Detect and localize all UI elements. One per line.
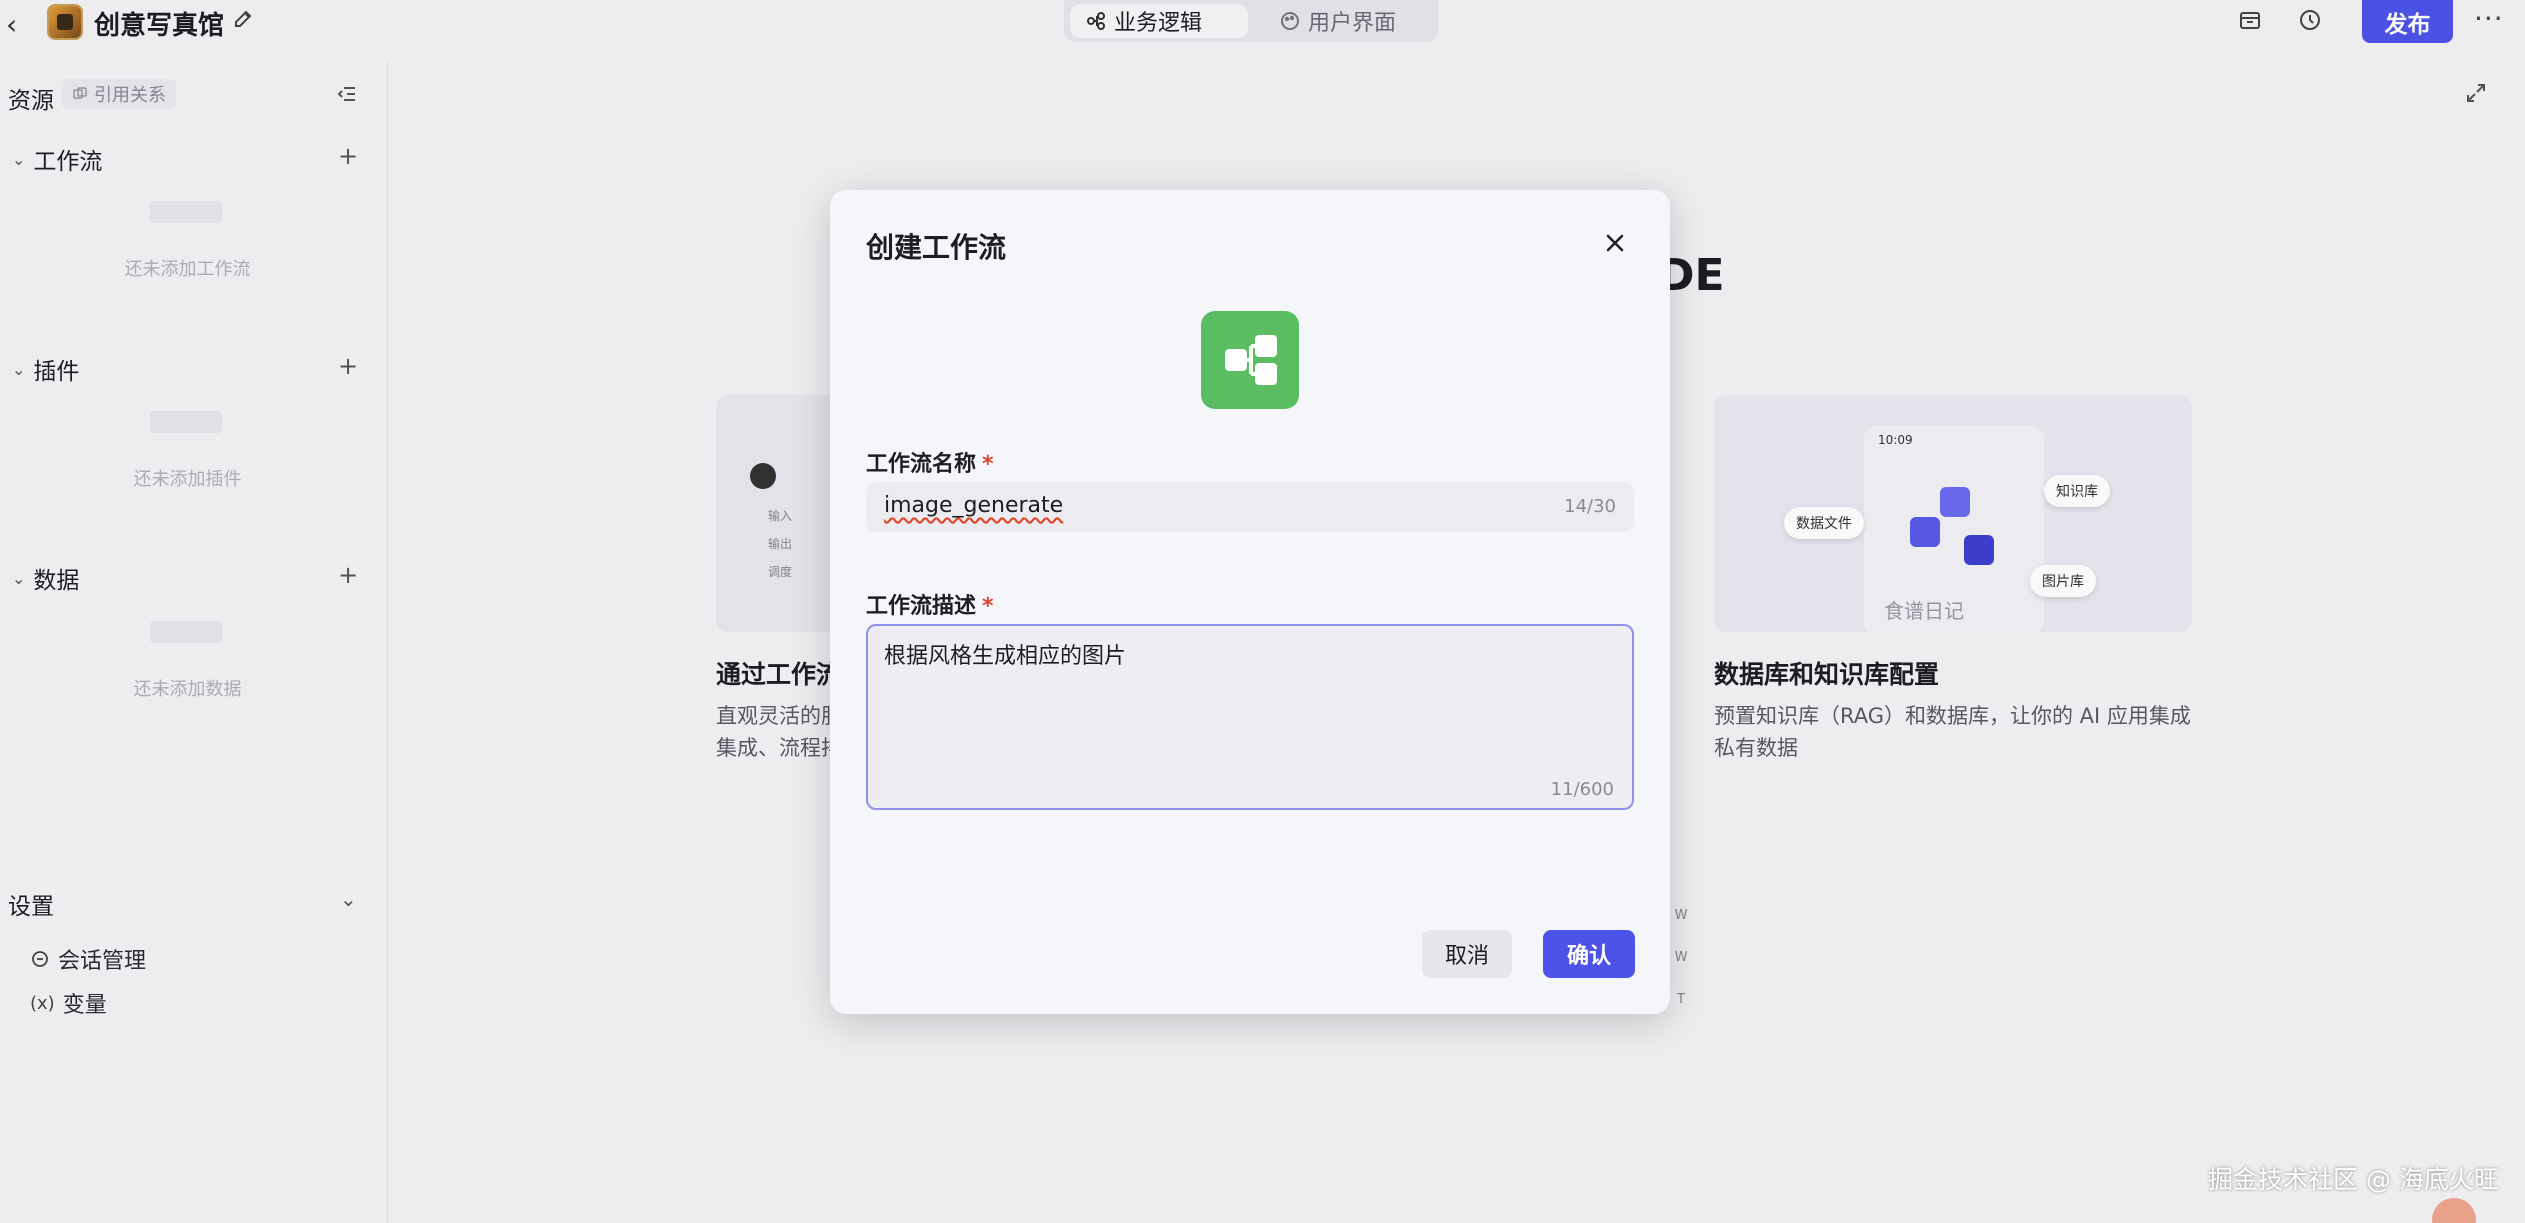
cancel-button[interactable]: 取消	[1422, 930, 1512, 978]
desc-char-count: 11/600	[1550, 779, 1614, 800]
confirm-button[interactable]: 确认	[1543, 930, 1635, 978]
dialog-title: 创建工作流	[866, 231, 1007, 264]
label-text: 工作流名称	[866, 452, 977, 477]
workflow-name-input[interactable]: image_generate 14/30	[866, 482, 1634, 532]
workflow-icon	[1225, 335, 1277, 385]
desc-input-value[interactable]: 根据风格生成相应的图片	[884, 638, 1126, 670]
required-mark: *	[982, 452, 994, 477]
label-text: 工作流描述	[866, 594, 977, 619]
workflow-avatar-icon	[1201, 311, 1299, 409]
watermark-text: 掘金技术社区 @ 海底火旺	[2208, 1165, 2499, 1194]
name-char-count: 14/30	[1564, 496, 1616, 517]
required-mark: *	[982, 594, 994, 619]
name-input-value[interactable]: image_generate	[884, 493, 1063, 518]
create-workflow-dialog: 创建工作流 工作流名称 * image_generate 14/30 工作流描述 *…	[830, 190, 1670, 1014]
name-field-label: 工作流名称 *	[866, 446, 994, 478]
workflow-description-textarea[interactable]: 根据风格生成相应的图片 11/600	[866, 624, 1634, 810]
close-icon[interactable]	[1600, 228, 1630, 258]
desc-field-label: 工作流描述 *	[866, 588, 994, 620]
